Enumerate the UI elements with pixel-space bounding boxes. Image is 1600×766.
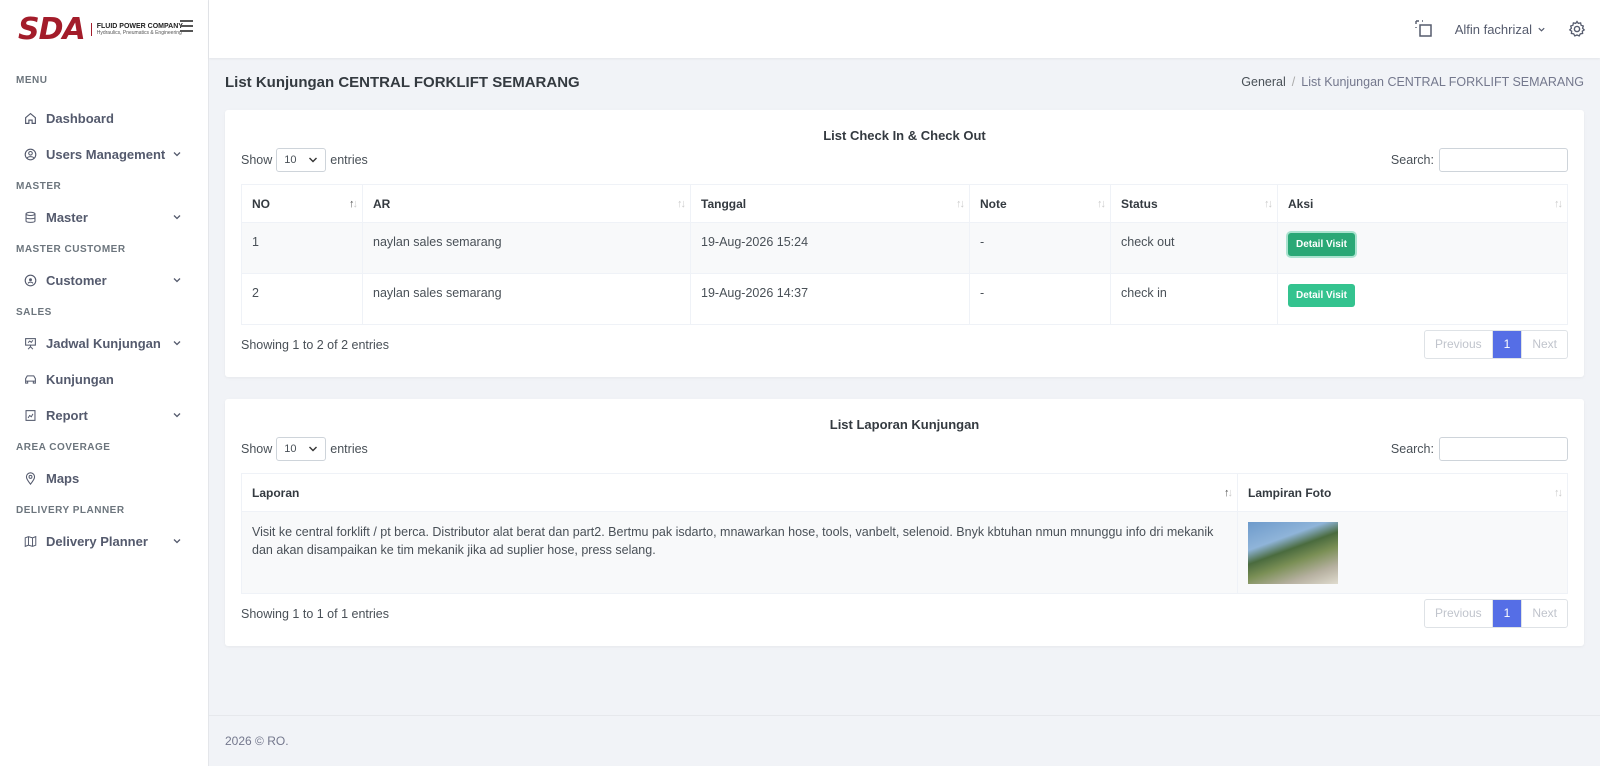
logo-text: SDA (18, 11, 86, 47)
sort-icon: ↑↓ (1554, 198, 1563, 210)
sidebar-item-maps[interactable]: Maps (0, 460, 208, 496)
sort-icon: ↑↓ (677, 198, 686, 210)
pagination: Previous 1 Next (1423, 330, 1568, 359)
chevron-down-icon (173, 152, 181, 157)
pagination: Previous 1 Next (1423, 599, 1568, 628)
column-header-note[interactable]: Note ↑↓ (969, 184, 1111, 223)
sidebar-item-delivery-planner[interactable]: Delivery Planner (0, 523, 208, 559)
checkin-card: List Check In & Check Out Show 10 entrie… (225, 110, 1584, 377)
checkin-table: NO ↑↓ AR ↑↓ Tanggal ↑↓ Note ↑↓ Status ↑↓ Aksi… (241, 184, 1568, 325)
section-title-area-coverage: AREA COVERAGE (16, 442, 111, 453)
section-title-master: MASTER (16, 181, 62, 192)
chevron-down-icon (1538, 27, 1545, 32)
home-icon (23, 111, 37, 125)
sidebar-item-kunjungan[interactable]: Kunjungan (0, 361, 208, 397)
chevron-down-icon (309, 157, 318, 163)
customer-icon (23, 273, 37, 287)
sort-icon: ↑↓ (349, 198, 358, 210)
chevron-down-icon (173, 341, 181, 346)
detail-visit-button[interactable]: Detail Visit (1288, 233, 1355, 256)
search-input[interactable] (1439, 148, 1568, 172)
checkin-card-title: List Check In & Check Out (823, 128, 986, 143)
user-name: Alfin fachrizal (1454, 21, 1532, 37)
search-input[interactable] (1439, 437, 1568, 461)
section-title-master-customer: MASTER CUSTOMER (16, 244, 126, 255)
detail-visit-button[interactable]: Detail Visit (1288, 284, 1355, 307)
page-size-select[interactable]: 10 (276, 148, 327, 172)
user-circle-icon (23, 147, 37, 161)
previous-page-button[interactable]: Previous (1425, 600, 1493, 627)
breadcrumb-general[interactable]: General (1241, 75, 1285, 89)
page-size-select[interactable]: 10 (276, 437, 327, 461)
sort-icon: ↑↓ (956, 198, 965, 210)
sort-icon: ↑↓ (1264, 198, 1273, 210)
sidebar-item-users-management[interactable]: Users Management (0, 136, 208, 172)
sidebar: SDA FLUID POWER COMPANY Hydraulics, Pneu… (0, 0, 209, 766)
sidebar-item-jadwal-kunjungan[interactable]: Jadwal Kunjungan (0, 325, 208, 361)
table-info: Showing 1 to 1 of 1 entries (241, 606, 390, 621)
company-logo[interactable]: SDA FLUID POWER COMPANY Hydraulics, Pneu… (18, 12, 183, 47)
next-page-button[interactable]: Next (1521, 331, 1567, 358)
table-info: Showing 1 to 2 of 2 entries (241, 337, 390, 352)
previous-page-button[interactable]: Previous (1425, 331, 1493, 358)
footer-text: 2026 © RO. (225, 734, 289, 748)
sidebar-item-report[interactable]: Report (0, 397, 208, 433)
logo-line1: FLUID POWER COMPANY (96, 22, 183, 30)
user-menu[interactable]: Alfin fachrizal (1455, 22, 1546, 37)
footer: 2026 © RO. (209, 715, 1600, 766)
report-table: Laporan ↑↓ Lampiran Foto ↑↓ Visit ke centr… (241, 473, 1568, 594)
column-header-tanggal[interactable]: Tanggal ↑↓ (690, 184, 970, 223)
chevron-down-icon (309, 446, 318, 452)
table-row: 2 naylan sales semarang 19-Aug-2026 14:3… (241, 273, 1568, 325)
breadcrumb: General / List Kunjungan CENTRAL FORKLIFT … (1241, 75, 1584, 89)
report-icon (23, 408, 37, 422)
fullscreen-icon[interactable] (1414, 20, 1433, 38)
section-title-sales: SALES (16, 307, 52, 318)
car-icon (23, 372, 37, 386)
breadcrumb-current: List Kunjungan CENTRAL FORKLIFT SEMARANG (1301, 75, 1584, 89)
chevron-down-icon (173, 539, 181, 544)
map-pin-icon (23, 471, 37, 485)
section-title-menu: MENU (16, 75, 48, 86)
page-title: List Kunjungan CENTRAL FORKLIFT SEMARANG (225, 73, 580, 91)
column-header-ar[interactable]: AR ↑↓ (362, 184, 691, 223)
section-title-delivery-planner: DELIVERY PLANNER (16, 505, 125, 516)
map-icon (23, 534, 37, 548)
gear-icon[interactable] (1568, 20, 1586, 38)
presentation-icon (23, 336, 37, 350)
page-1-button[interactable]: 1 (1492, 331, 1522, 358)
table-row: 1 naylan sales semarang 19-Aug-2026 15:2… (241, 222, 1568, 274)
sidebar-item-customer[interactable]: Customer (0, 262, 208, 298)
chevron-down-icon (173, 413, 181, 418)
main-content: List Kunjungan CENTRAL FORKLIFT SEMARANG… (209, 58, 1600, 766)
report-card-title: List Laporan Kunjungan (829, 417, 980, 432)
chevron-down-icon (173, 278, 181, 283)
sidebar-menu: MENU Dashboard Users Management MASTER M… (0, 58, 208, 559)
menu-toggle-icon[interactable] (180, 20, 193, 32)
visit-photo-thumbnail[interactable] (1248, 522, 1338, 584)
column-header-status[interactable]: Status ↑↓ (1110, 184, 1278, 223)
column-header-lampiran-foto[interactable]: Lampiran Foto ↑↓ (1237, 473, 1568, 512)
column-header-laporan[interactable]: Laporan ↑↓ (241, 473, 1238, 512)
brand: SDA FLUID POWER COMPANY Hydraulics, Pneu… (0, 0, 208, 58)
sidebar-item-master[interactable]: Master (0, 199, 208, 235)
topbar: Alfin fachrizal (209, 0, 1600, 58)
logo-line2: Hydraulics, Pneumatics & Engineering (96, 29, 182, 36)
sort-icon: ↑↓ (1554, 487, 1563, 499)
next-page-button[interactable]: Next (1521, 600, 1567, 627)
database-icon (23, 210, 37, 224)
page-1-button[interactable]: 1 (1492, 600, 1522, 627)
sort-icon: ↑↓ (1097, 198, 1106, 210)
column-header-no[interactable]: NO ↑↓ (241, 184, 363, 223)
column-header-aksi[interactable]: Aksi ↑↓ (1277, 184, 1568, 223)
sort-icon: ↑↓ (1224, 487, 1233, 499)
report-card: List Laporan Kunjungan Show 10 entries S… (225, 399, 1584, 646)
table-row: Visit ke central forklift / pt berca. Di… (241, 511, 1568, 594)
chevron-down-icon (173, 215, 181, 220)
sidebar-item-dashboard[interactable]: Dashboard (0, 100, 208, 136)
